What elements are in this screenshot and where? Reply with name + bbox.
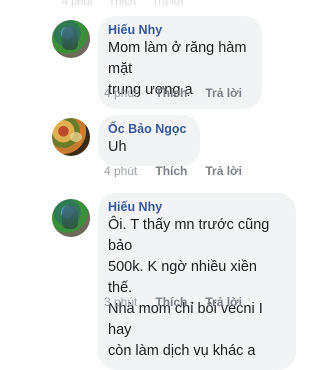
comment-bubble: Ốc Bảo Ngọc Uh [98,115,200,166]
avatar[interactable] [52,199,90,237]
like-link[interactable]: Thích [155,295,187,309]
comment-author[interactable]: Ốc Bảo Ngọc [108,122,188,137]
comment-text: Ôi. T thấy mn trước cũng bảo 500k. K ngờ… [108,217,270,359]
comment-text: Uh [108,139,127,155]
reply-link[interactable]: Trả lời [205,295,242,309]
reply-link[interactable]: Trả lời [205,86,242,100]
comment-time[interactable]: 3 phút [104,295,137,309]
like-link[interactable]: Thích [155,86,187,100]
previous-comment-actions-fade: 4 phút Thích Trả lời [0,0,320,14]
previous-like-link[interactable]: Thích [109,0,137,8]
comment-actions: 4 phút Thích Trả lời [104,86,242,100]
comment-author[interactable]: Hiếu Nhy [108,200,284,215]
avatar[interactable] [52,118,90,156]
like-link[interactable]: Thích [155,164,187,178]
previous-time: 4 phút [62,0,93,8]
comment-actions: 4 phút Thích Trả lời [104,164,242,178]
avatar[interactable] [52,20,90,58]
previous-reply-link[interactable]: Trả lời [152,0,183,8]
reply-link[interactable]: Trả lời [205,164,242,178]
comment-time[interactable]: 4 phút [104,164,137,178]
comment-author[interactable]: Hiếu Nhy [108,23,250,38]
comment-actions: 3 phút Thích Trả lời [104,295,242,309]
comment-time[interactable]: 4 phút [104,86,137,100]
comment-bubble: Hiếu Nhy Ôi. T thấy mn trước cũng bảo 50… [98,193,296,370]
